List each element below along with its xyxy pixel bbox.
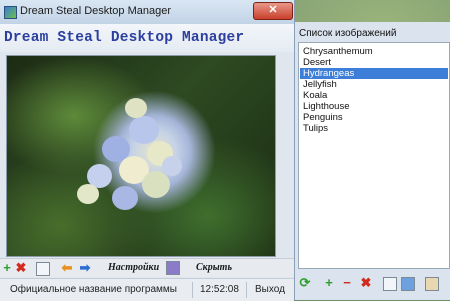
hide-button[interactable]: Скрыть bbox=[196, 262, 232, 273]
window-title: Dream Steal Desktop Manager bbox=[20, 5, 172, 17]
settings-button[interactable]: Настройки bbox=[108, 262, 159, 273]
list-item[interactable]: Desert bbox=[300, 57, 448, 68]
status-bar: Официальное название программы 12:52:08 … bbox=[0, 278, 294, 301]
exit-button[interactable]: Выход bbox=[255, 284, 285, 295]
add-icon[interactable]: + bbox=[322, 276, 336, 290]
header-area: Dream Steal Desktop Manager bbox=[0, 24, 294, 52]
arrow-left-icon[interactable]: ⬅ bbox=[60, 261, 74, 275]
info-icon[interactable] bbox=[425, 277, 439, 291]
list-item[interactable]: Jellyfish bbox=[300, 79, 448, 90]
remove-icon[interactable]: ✖ bbox=[14, 261, 28, 275]
image-list[interactable]: Chrysanthemum Desert Hydrangeas Jellyfis… bbox=[298, 42, 450, 269]
minus-icon[interactable]: − bbox=[340, 276, 354, 290]
flower-petal bbox=[77, 184, 99, 204]
list-item[interactable]: Lighthouse bbox=[300, 101, 448, 112]
flower-petal bbox=[125, 98, 147, 118]
open-folder-icon[interactable] bbox=[36, 262, 50, 276]
refresh-icon[interactable]: ⟳ bbox=[298, 276, 312, 290]
main-window: Dream Steal Desktop Manager ✕ Dream Stea… bbox=[0, 0, 295, 301]
app-icon bbox=[4, 6, 17, 19]
flower-petal bbox=[162, 156, 182, 176]
flower-petal bbox=[112, 186, 138, 210]
title-bar[interactable]: Dream Steal Desktop Manager ✕ bbox=[0, 0, 294, 25]
clock: 12:52:08 bbox=[200, 284, 239, 295]
status-divider bbox=[246, 282, 247, 298]
add-icon[interactable]: + bbox=[0, 261, 14, 275]
copy-icon[interactable] bbox=[401, 277, 415, 291]
flower-petal bbox=[142, 171, 170, 198]
list-item-selected[interactable]: Hydrangeas bbox=[300, 68, 448, 79]
program-name: Официальное название программы bbox=[10, 284, 177, 295]
app-heading: Dream Steal Desktop Manager bbox=[4, 30, 245, 46]
display-icon[interactable] bbox=[166, 261, 180, 275]
wallpaper-preview bbox=[6, 55, 276, 257]
close-button[interactable]: ✕ bbox=[253, 2, 293, 20]
list-item[interactable]: Penguins bbox=[300, 112, 448, 123]
main-toolbar: + ✖ ⬅ ➡ Настройки Скрыть bbox=[0, 258, 294, 277]
image-list-window: Список изображений Chrysanthemum Desert … bbox=[294, 22, 450, 300]
image-list-header: Список изображений bbox=[299, 28, 397, 39]
arrow-right-icon[interactable]: ➡ bbox=[78, 261, 92, 275]
list-item[interactable]: Koala bbox=[300, 90, 448, 101]
list-toolbar: ⟳ + − ✖ bbox=[295, 270, 450, 298]
delete-icon[interactable]: ✖ bbox=[359, 276, 373, 290]
list-item[interactable]: Chrysanthemum bbox=[300, 46, 448, 57]
folder-icon[interactable] bbox=[383, 277, 397, 291]
status-divider bbox=[192, 282, 193, 298]
list-item[interactable]: Tulips bbox=[300, 123, 448, 134]
flower-petal bbox=[129, 116, 159, 144]
